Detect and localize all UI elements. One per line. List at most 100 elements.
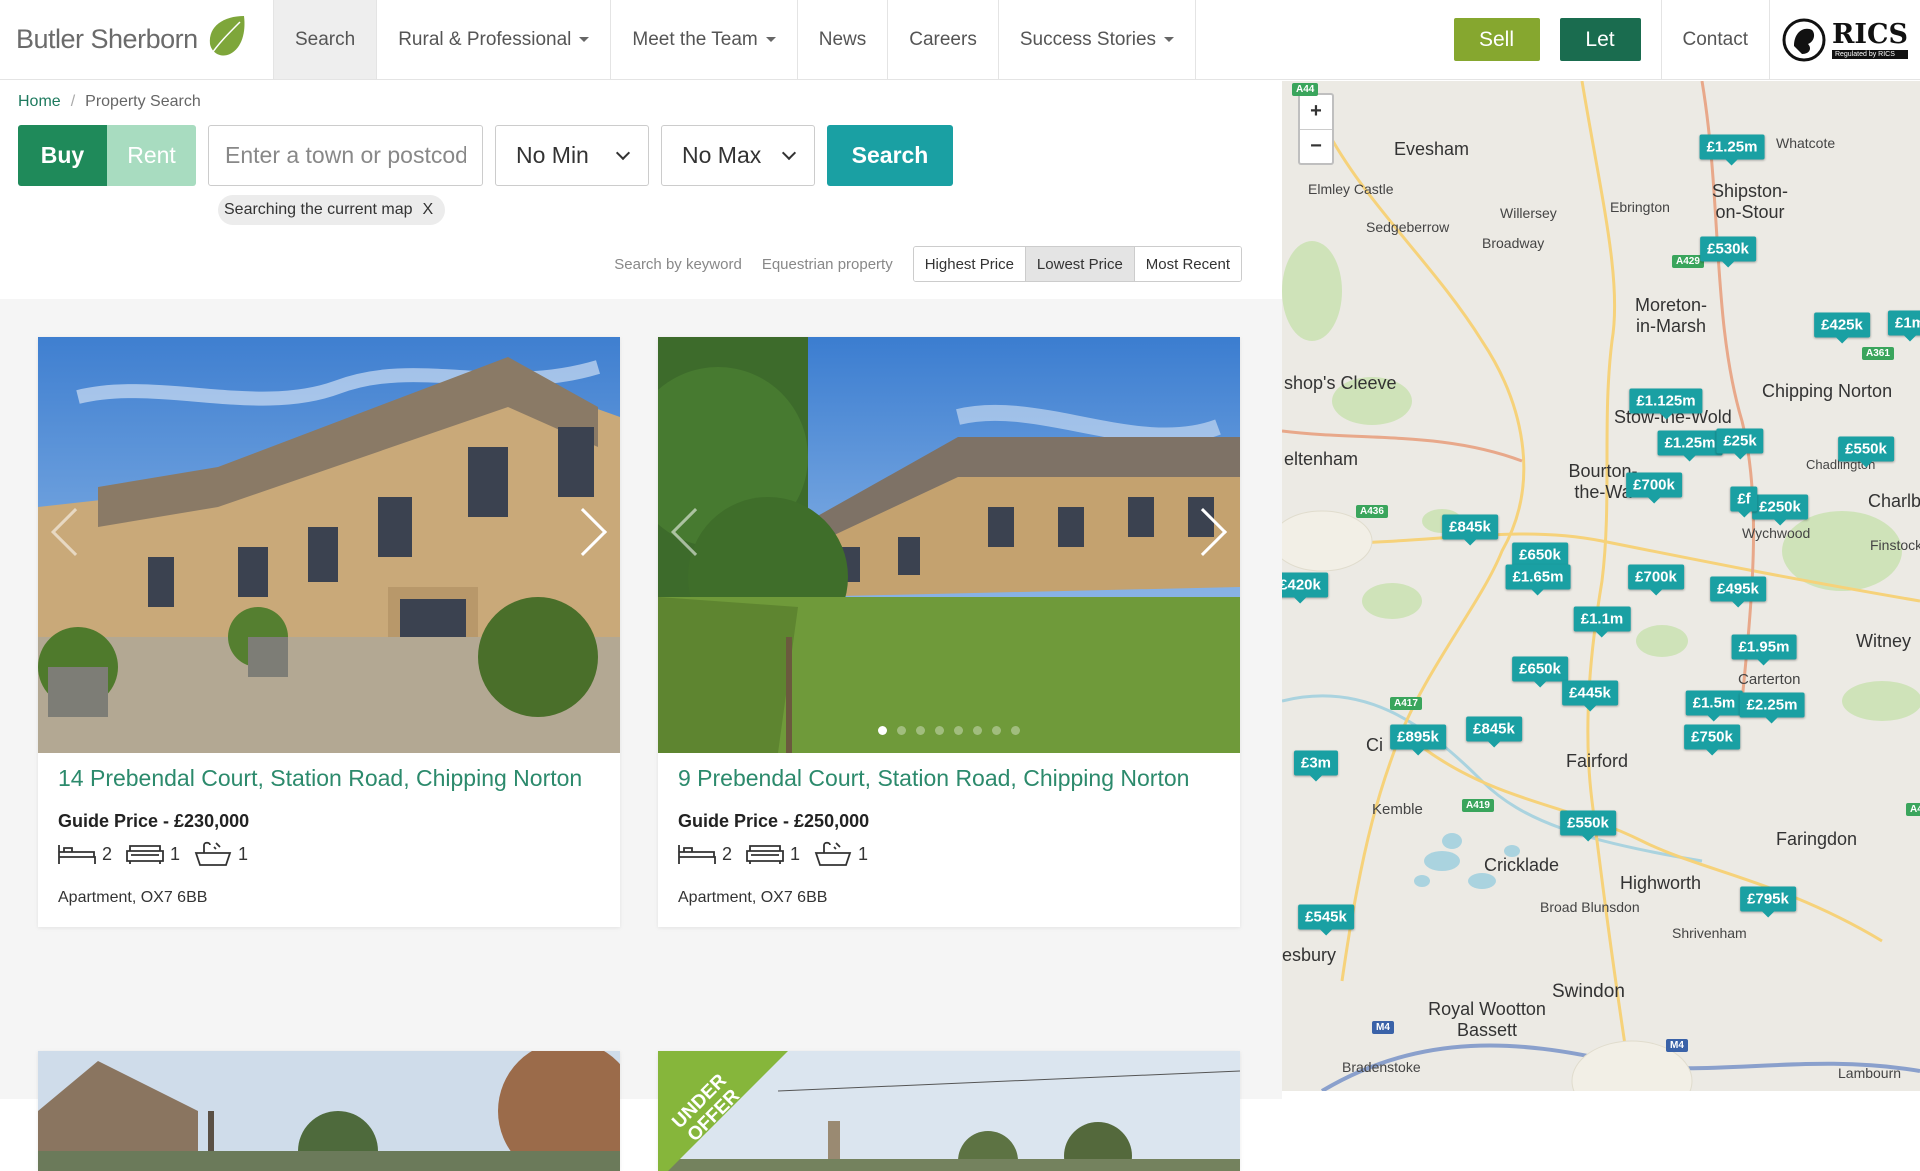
search-button[interactable]: Search xyxy=(827,125,953,186)
property-photo[interactable] xyxy=(38,1051,620,1171)
carousel-dot[interactable] xyxy=(878,726,887,735)
map-price-pin[interactable]: £2.25m xyxy=(1739,692,1805,724)
map-place-label: Wychwood xyxy=(1742,525,1811,541)
nav-careers[interactable]: Careers xyxy=(888,0,999,79)
map-price-pin[interactable]: £795k xyxy=(1740,886,1796,918)
map-price-pin[interactable]: £1m xyxy=(1887,310,1920,342)
zoom-in-button[interactable]: + xyxy=(1300,95,1332,129)
map-price-pin[interactable]: £700k xyxy=(1626,472,1682,504)
nav-success-stories[interactable]: Success Stories xyxy=(999,0,1197,79)
listing-grid: 14 Prebendal Court, Station Road, Chippi… xyxy=(0,299,1282,1171)
nav-search[interactable]: Search xyxy=(274,0,378,79)
map-price-pin[interactable]: £1.25m xyxy=(1699,134,1765,166)
max-price-select[interactable]: No Max xyxy=(661,125,815,186)
min-price-select[interactable]: No Min xyxy=(495,125,649,186)
buy-toggle[interactable]: Buy xyxy=(18,125,107,186)
nav-label: Rural & Professional xyxy=(398,28,572,50)
property-title[interactable]: 14 Prebendal Court, Station Road, Chippi… xyxy=(58,765,582,792)
property-photo[interactable] xyxy=(658,337,1240,753)
main-nav: Search Rural & Professional Meet the Tea… xyxy=(274,0,1197,79)
road-marker: A417 xyxy=(1390,697,1422,710)
contact-link[interactable]: Contact xyxy=(1660,0,1770,79)
map-price-pin[interactable]: £895k xyxy=(1390,724,1446,756)
chevron-down-icon xyxy=(615,145,631,161)
map-price-pin[interactable]: £700k xyxy=(1628,564,1684,596)
property-card[interactable]: UNDER OFFER xyxy=(658,1051,1240,1171)
nav-news[interactable]: News xyxy=(798,0,889,79)
map-price-pin[interactable]: £530k xyxy=(1700,236,1756,268)
carousel-dot[interactable] xyxy=(992,726,1001,735)
results-panel: Home / Property Search Buy Rent No Min N… xyxy=(0,81,1282,1171)
logo[interactable]: Butler Sherborn xyxy=(0,0,274,79)
carousel-dot[interactable] xyxy=(954,726,963,735)
map-price-pin[interactable]: £3m xyxy=(1293,750,1339,782)
map-price-pin[interactable]: £425k xyxy=(1814,312,1870,344)
map-price-pin[interactable]: £495k xyxy=(1710,576,1766,608)
receptions-count: 1 xyxy=(790,843,801,864)
carousel-dot[interactable] xyxy=(1011,726,1020,735)
chip-close-icon[interactable]: X xyxy=(423,201,434,219)
sort-highest-price[interactable]: Highest Price xyxy=(913,247,1025,281)
keyword-search-link[interactable]: Search by keyword xyxy=(614,256,742,273)
breadcrumb-home[interactable]: Home xyxy=(18,93,61,111)
carousel-dot[interactable] xyxy=(935,726,944,735)
chevron-down-icon xyxy=(781,145,797,161)
property-features: 2 1 1 xyxy=(58,841,248,867)
property-title[interactable]: 9 Prebendal Court, Station Road, Chippin… xyxy=(678,765,1189,792)
carousel-dot[interactable] xyxy=(897,726,906,735)
map-place-label: Fairford xyxy=(1566,751,1629,771)
nav-rural-professional[interactable]: Rural & Professional xyxy=(377,0,612,79)
leaf-icon xyxy=(204,14,248,65)
sell-button[interactable]: Sell xyxy=(1453,18,1540,61)
sofa-icon xyxy=(746,845,784,864)
property-card[interactable]: 9 Prebendal Court, Station Road, Chippin… xyxy=(658,337,1240,927)
let-button[interactable]: Let xyxy=(1559,18,1641,61)
nav-meet-the-team[interactable]: Meet the Team xyxy=(611,0,798,79)
road-marker: M4 xyxy=(1372,1021,1394,1034)
caret-down-icon xyxy=(1164,37,1175,42)
town-postcode-input[interactable] xyxy=(208,125,483,186)
map-search-chip: Searching the current map X xyxy=(218,195,446,225)
map-price-pin[interactable]: £845k xyxy=(1466,716,1522,748)
property-card[interactable]: 14 Prebendal Court, Station Road, Chippi… xyxy=(38,337,620,927)
map-place-label: Moreton-in-Marsh xyxy=(1634,295,1708,336)
sort-lowest-price[interactable]: Lowest Price xyxy=(1024,247,1134,281)
map-price-pin[interactable]: £1.95m xyxy=(1731,634,1797,666)
map-price-pin[interactable]: £1.1m xyxy=(1573,606,1631,638)
property-map[interactable]: + − Evesham Whatcote Elmley Castle Ships… xyxy=(1282,81,1920,1091)
property-photo[interactable]: UNDER OFFER xyxy=(658,1051,1240,1171)
sort-most-recent[interactable]: Most Recent xyxy=(1133,247,1241,281)
map-price-pin[interactable]: £1.125m xyxy=(1629,388,1703,420)
property-card[interactable] xyxy=(38,1051,620,1171)
map-price-pin[interactable]: £1.65m xyxy=(1505,564,1571,596)
carousel-dot[interactable] xyxy=(973,726,982,735)
map-price-pin[interactable]: £1.25m xyxy=(1657,430,1723,462)
map-price-pin[interactable]: £750k xyxy=(1684,724,1740,756)
caret-down-icon xyxy=(765,37,776,42)
sofa-icon xyxy=(126,845,164,864)
bed-icon xyxy=(58,845,96,864)
rics-logo[interactable]: RICS Regulated by RICS xyxy=(1770,0,1920,79)
map-price-pin[interactable]: £420k xyxy=(1282,572,1328,604)
bed-icon xyxy=(678,845,716,864)
map-price-pin[interactable]: £445k xyxy=(1562,680,1618,712)
map-price-pin[interactable]: £650k xyxy=(1512,656,1568,688)
road-marker: A4 xyxy=(1906,803,1920,816)
rics-lion-icon xyxy=(1782,18,1826,61)
map-price-pin[interactable]: £550k xyxy=(1838,436,1894,468)
map-price-pin[interactable]: £f xyxy=(1730,486,1758,518)
receptions-count: 1 xyxy=(170,843,181,864)
map-price-pin[interactable]: £845k xyxy=(1442,514,1498,546)
rent-toggle[interactable]: Rent xyxy=(107,125,196,186)
bathrooms-count: 1 xyxy=(238,843,249,864)
map-price-pin[interactable]: £545k xyxy=(1298,904,1354,936)
map-price-pin[interactable]: £550k xyxy=(1560,810,1616,842)
map-price-pin[interactable]: £250k xyxy=(1752,494,1808,526)
road-marker: A361 xyxy=(1862,347,1894,360)
map-price-pin[interactable]: £25k xyxy=(1716,428,1764,460)
map-price-pin[interactable]: £1.5m xyxy=(1685,690,1743,722)
carousel-dot[interactable] xyxy=(916,726,925,735)
zoom-out-button[interactable]: − xyxy=(1300,128,1332,164)
property-photo[interactable] xyxy=(38,337,620,753)
equestrian-link[interactable]: Equestrian property xyxy=(762,256,893,273)
